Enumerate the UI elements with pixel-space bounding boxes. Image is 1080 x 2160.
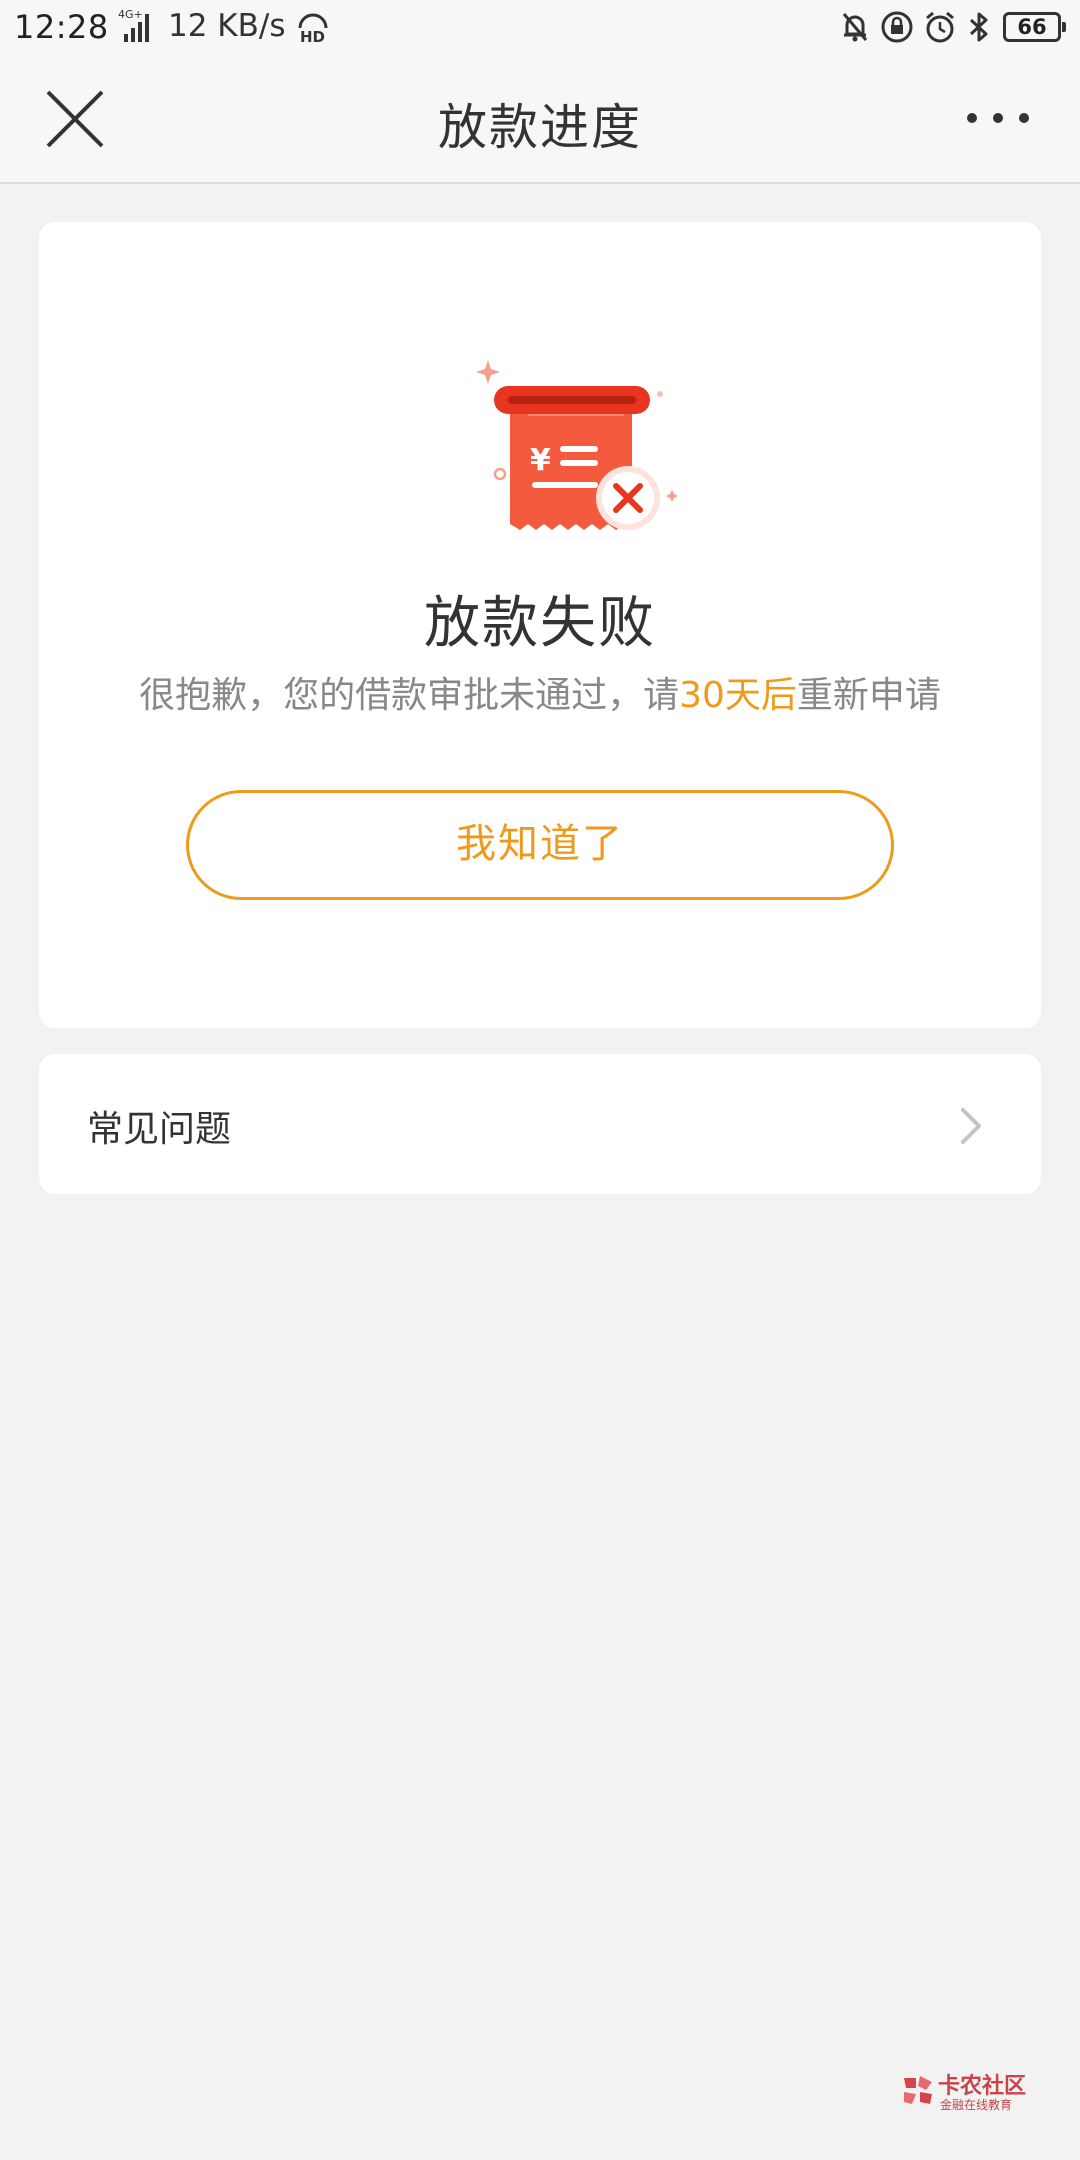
faq-label: 常见问题 (87, 1109, 232, 1150)
status-bar: 12:28 4G+ 12 KB/s HD 66 (0, 0, 1080, 56)
mute-bell-icon (842, 13, 868, 42)
svg-text:HD: HD (300, 28, 325, 44)
page-title: 放款进度 (437, 99, 642, 156)
result-card: ¥ 放款失败 很抱歉，您的借款审批未通过，请30天后重新申请 我知道了 (39, 222, 1041, 1028)
status-time: 12:28 (14, 8, 109, 46)
watermark-subtitle: 金融在线教育 (940, 2098, 1013, 2112)
hd-icon: HD (298, 13, 328, 44)
nav-bar: 放款进度 (0, 56, 1080, 184)
watermark: 卡农社区 金融在线教育 (900, 2068, 1050, 2118)
chevron-right-icon (961, 1108, 981, 1144)
rotation-lock-icon (881, 11, 913, 43)
watermark-logo-icon (904, 2076, 932, 2104)
alarm-icon (926, 11, 954, 43)
signal-icon: 4G+ (118, 8, 149, 42)
svg-text:¥: ¥ (530, 443, 551, 478)
acknowledge-button[interactable]: 我知道了 (186, 790, 894, 900)
bluetooth-icon (969, 12, 988, 42)
result-description: 很抱歉，您的借款审批未通过，请30天后重新申请 (39, 666, 1041, 718)
receipt-failed-icon: ¥ (476, 360, 678, 530)
more-icon[interactable] (960, 98, 1040, 138)
battery-icon: 66 (1003, 12, 1066, 42)
result-desc-highlight: 30天后 (679, 675, 797, 716)
network-speed: 12 KB/s (168, 8, 286, 44)
result-desc-prefix: 很抱歉，您的借款审批未通过，请 (139, 675, 680, 716)
result-desc-suffix: 重新申请 (796, 675, 941, 716)
network-type: 4G+ (118, 8, 143, 21)
faq-row[interactable]: 常见问题 (39, 1054, 1041, 1194)
result-title: 放款失败 (424, 591, 656, 656)
